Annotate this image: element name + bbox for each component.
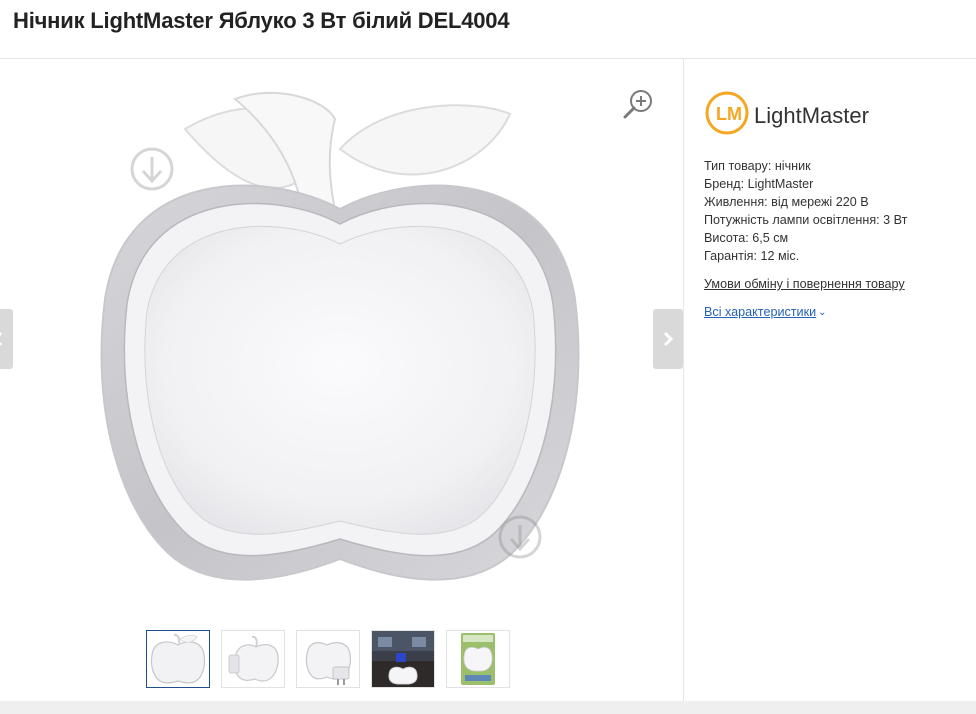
product-info-panel: LM LightMaster Тип товару: нічник Бренд:… xyxy=(704,83,969,321)
chevron-right-icon xyxy=(663,331,674,347)
thumbnail-apple-package[interactable] xyxy=(446,630,510,688)
spec-height: Висота: 6,5 см xyxy=(704,231,789,245)
brand-logo-text: LightMaster xyxy=(754,103,869,128)
thumbnail-apple-front[interactable] xyxy=(146,630,210,688)
brand-logo-mark: LM xyxy=(716,104,742,124)
footer-strip xyxy=(0,701,976,714)
return-policy-link[interactable]: Умови обміну і повернення товару xyxy=(704,277,905,291)
spec-power-source: Живлення: від мережі 220 В xyxy=(704,195,869,209)
next-image-button[interactable] xyxy=(653,309,683,369)
prev-image-button[interactable] xyxy=(0,309,13,369)
all-specs-link[interactable]: Всі характеристики ⌄ xyxy=(704,305,827,319)
main-product-image[interactable] xyxy=(85,89,595,629)
chevron-down-icon: ⌄ xyxy=(818,307,827,318)
spec-brand: Бренд: LightMaster xyxy=(704,177,814,191)
thumbnail-apple-side[interactable] xyxy=(221,630,285,688)
spec-type: Тип товару: нічник xyxy=(704,159,811,173)
page-title: Нічник LightMaster Яблуко 3 Вт білий DEL… xyxy=(13,8,510,33)
download-arrow-icon xyxy=(130,147,174,191)
chevron-left-icon xyxy=(0,332,3,346)
all-specs-label: Всі характеристики xyxy=(704,305,817,319)
spec-warranty: Гарантія: 12 міс. xyxy=(704,249,800,263)
thumbnail-apple-room[interactable] xyxy=(371,630,435,688)
zoom-in-icon[interactable] xyxy=(620,87,656,123)
thumbnail-apple-plug[interactable] xyxy=(296,630,360,688)
title-bar: Нічник LightMaster Яблуко 3 Вт білий DEL… xyxy=(0,0,976,59)
spec-list: Тип товару: нічник Бренд: LightMaster Жи… xyxy=(704,157,969,265)
spec-lamp-power: Потужність лампи освітлення: 3 Вт xyxy=(704,213,908,227)
brand-logo[interactable]: LM LightMaster xyxy=(704,83,894,143)
thumbnail-strip xyxy=(146,630,510,690)
product-gallery xyxy=(0,59,684,701)
